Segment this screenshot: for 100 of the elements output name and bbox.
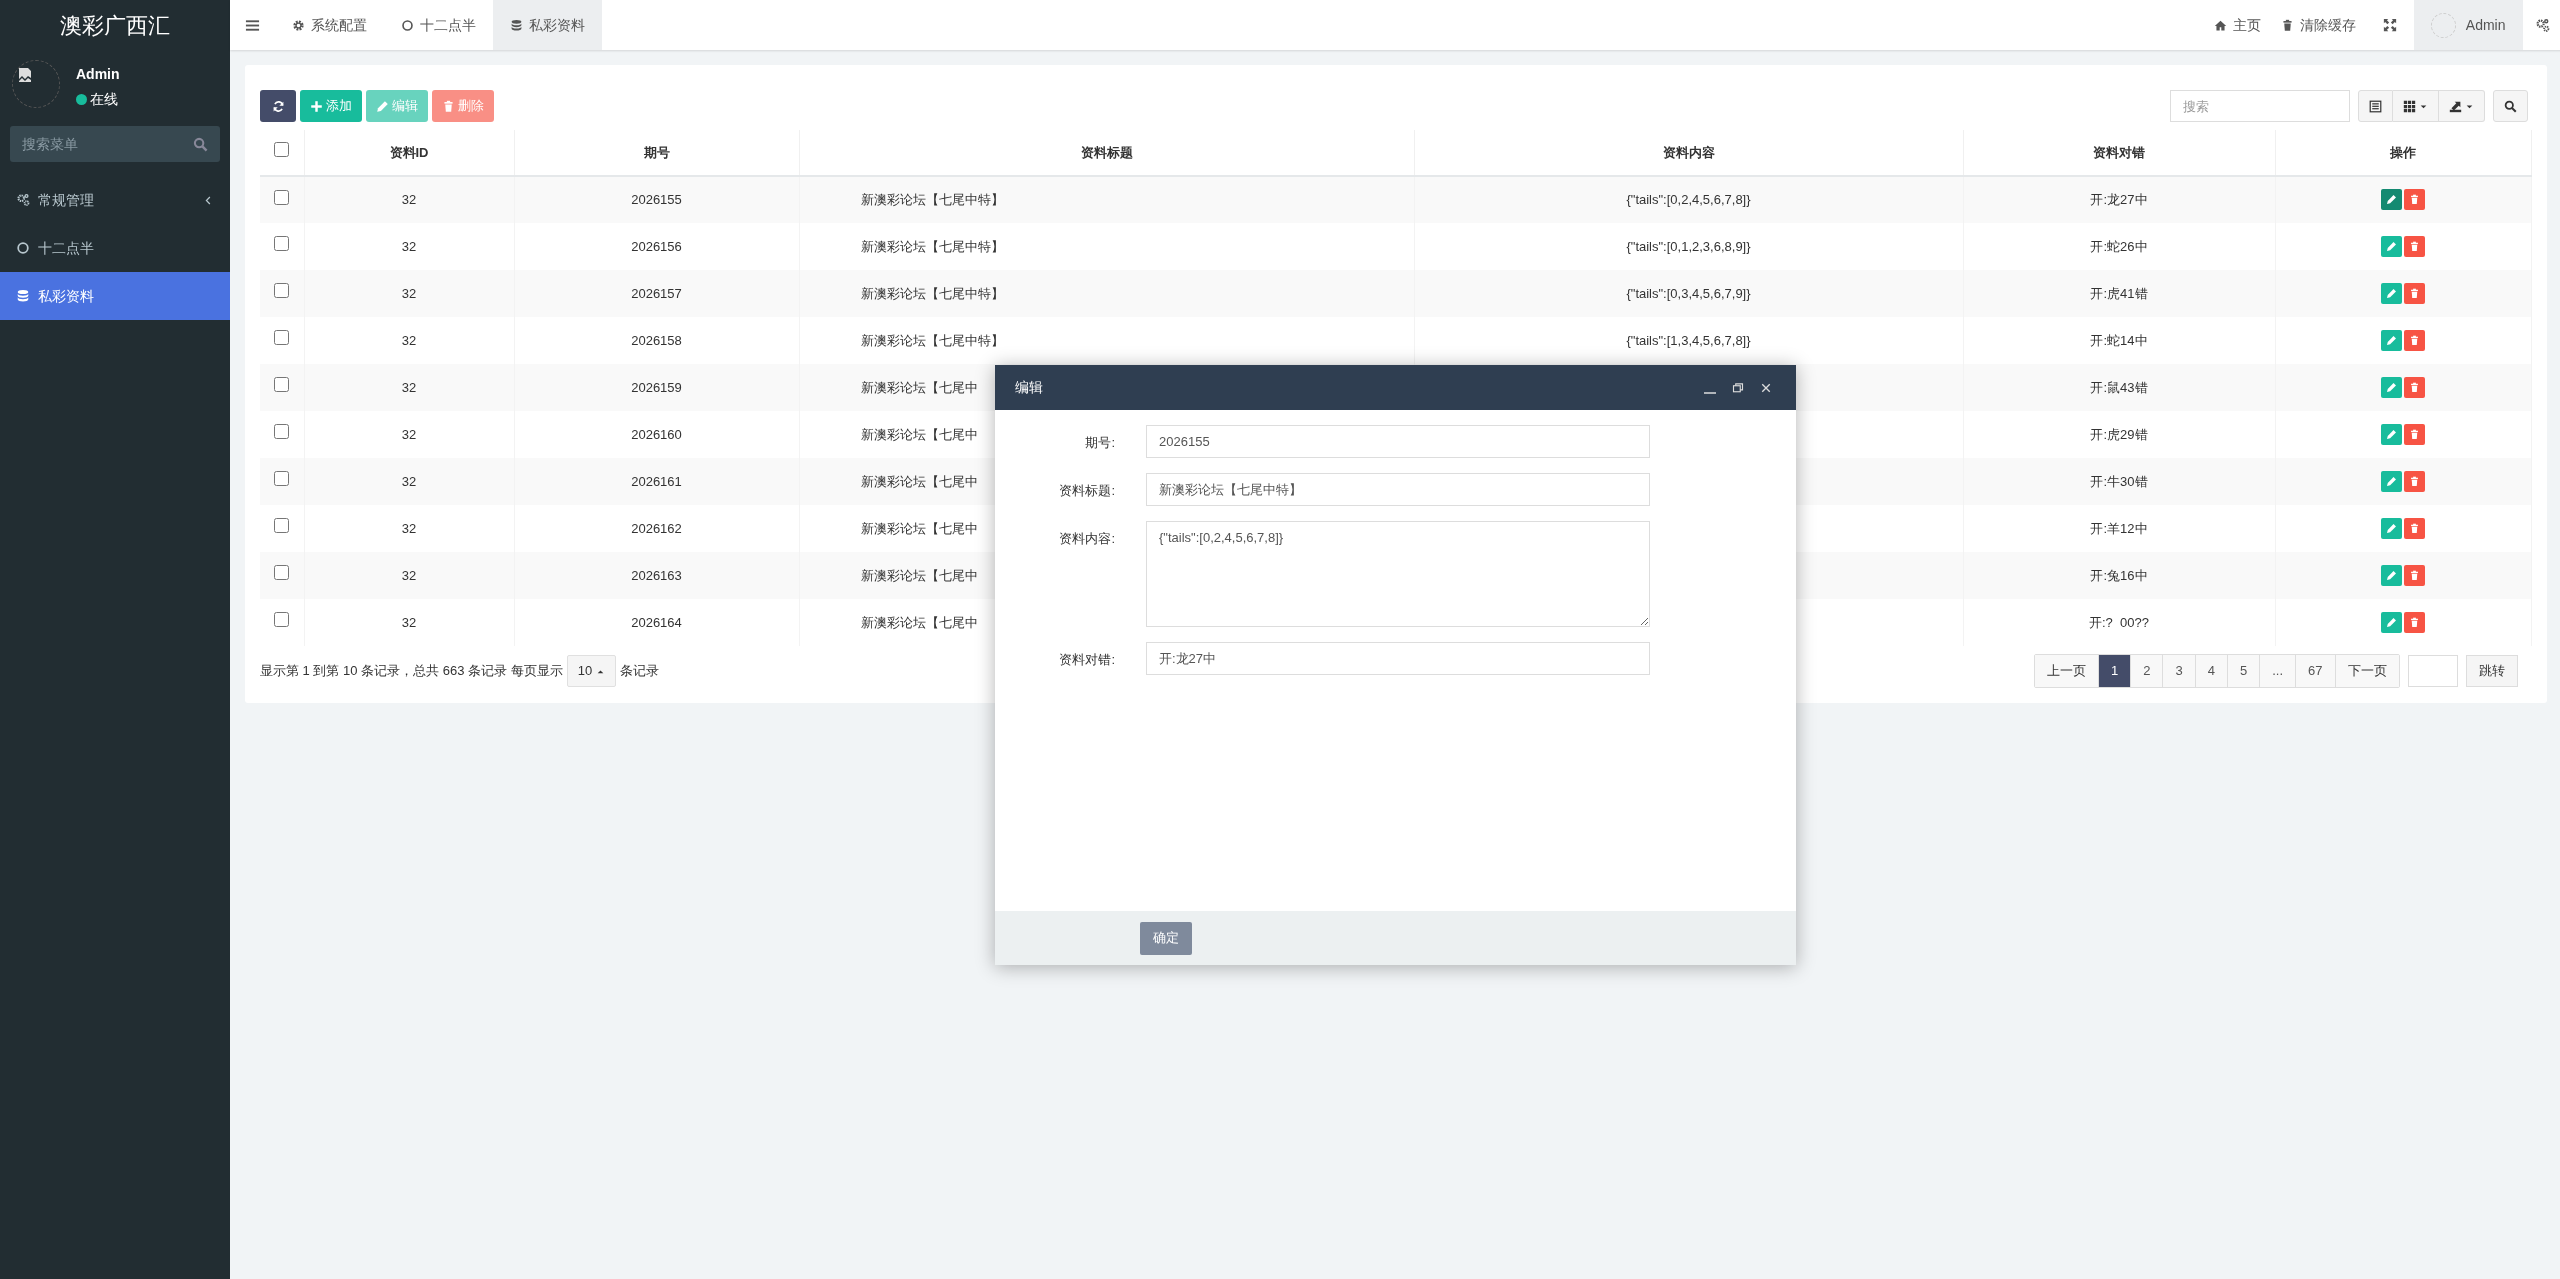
refresh-button[interactable] bbox=[260, 90, 296, 122]
row-delete-button[interactable] bbox=[2404, 235, 2425, 257]
header-link[interactable]: 清除缓存 bbox=[2270, 0, 2366, 50]
page-tab[interactable]: 十二点半 bbox=[384, 0, 493, 50]
sidebar-item[interactable]: 十二点半 bbox=[0, 224, 230, 272]
next-page-link[interactable]: 下一页 bbox=[2335, 655, 2399, 687]
trash-icon bbox=[442, 99, 455, 113]
row-edit-button[interactable] bbox=[2381, 611, 2402, 633]
row-checkbox[interactable] bbox=[274, 424, 290, 440]
trash-icon bbox=[2409, 381, 2420, 393]
page-link[interactable]: 4 bbox=[2195, 655, 2228, 687]
row-delete-button[interactable] bbox=[2404, 470, 2425, 492]
trash-icon bbox=[2409, 616, 2420, 628]
close-icon bbox=[1760, 381, 1772, 394]
search-field[interactable]: 搜索 bbox=[2169, 90, 2350, 122]
page-link[interactable]: 2 bbox=[2131, 655, 2164, 687]
table-cell: 新澳彩论坛【七尾中 bbox=[860, 426, 978, 442]
gear-icon bbox=[292, 18, 305, 32]
table-cell: 新澳彩论坛【七尾中特】 bbox=[860, 285, 1004, 301]
page-link[interactable]: 1 bbox=[2099, 655, 2132, 687]
row-delete-button[interactable] bbox=[2404, 564, 2425, 586]
table-cell: 32 bbox=[401, 192, 417, 208]
row-delete-button[interactable] bbox=[2404, 329, 2425, 351]
page-link[interactable]: ... bbox=[2260, 655, 2297, 687]
page-link[interactable]: 5 bbox=[2227, 655, 2261, 687]
content-field[interactable]: {"tails":[0,2,4,5,6,7,8]} bbox=[1146, 521, 1650, 627]
row-delete-button[interactable] bbox=[2404, 282, 2425, 304]
jump-button[interactable]: 跳转 bbox=[2465, 655, 2518, 687]
table-cell: 开:蛇26中 bbox=[2090, 238, 2148, 254]
input-field[interactable]: 2026155 bbox=[1146, 425, 1650, 458]
table-cell: {"tails":[0,3,4,5,6,7,9]} bbox=[1626, 285, 1751, 301]
page-link[interactable]: 67 bbox=[2296, 655, 2336, 687]
table-cell: 新澳彩论坛【七尾中特】 bbox=[860, 238, 1004, 254]
row-edit-button[interactable] bbox=[2381, 470, 2402, 492]
circle-icon bbox=[16, 241, 30, 255]
plus-icon bbox=[310, 99, 323, 113]
column-header: 期号 bbox=[643, 144, 670, 160]
pencil-icon bbox=[2386, 522, 2397, 534]
database-icon bbox=[510, 18, 523, 32]
table-cell: 2026164 bbox=[631, 614, 682, 630]
input-field[interactable]: 开:龙27中 bbox=[1146, 642, 1650, 675]
row-edit-button[interactable] bbox=[2381, 517, 2402, 539]
row-delete-button[interactable] bbox=[2404, 611, 2425, 633]
circle-icon bbox=[401, 18, 414, 32]
columns-button[interactable] bbox=[2392, 90, 2439, 122]
field-label: 资料对错: bbox=[1059, 652, 1115, 667]
table-cell: 2026156 bbox=[631, 238, 682, 254]
page-tab[interactable]: 私彩资料 bbox=[493, 0, 602, 50]
logo-text: 澳彩广西汇 bbox=[60, 11, 170, 40]
table-cell: 新澳彩论坛【七尾中 bbox=[860, 567, 978, 583]
page-link[interactable]: 3 bbox=[2163, 655, 2196, 687]
row-checkbox[interactable] bbox=[274, 377, 290, 393]
field-label: 期号: bbox=[1085, 435, 1115, 450]
row-edit-button[interactable] bbox=[2381, 423, 2402, 445]
table-cell: 开:虎41错 bbox=[2090, 285, 2148, 301]
search-button[interactable] bbox=[2492, 90, 2528, 122]
trash-icon bbox=[2409, 569, 2420, 581]
row-edit-button[interactable] bbox=[2381, 235, 2402, 257]
row-delete-button[interactable] bbox=[2404, 423, 2425, 445]
row-checkbox[interactable] bbox=[274, 565, 290, 581]
trash-icon bbox=[2280, 18, 2294, 32]
row-checkbox[interactable] bbox=[274, 236, 290, 252]
pencil-icon bbox=[2386, 428, 2397, 440]
row-delete-button[interactable] bbox=[2404, 376, 2425, 398]
sidebar-item[interactable]: 私彩资料 bbox=[0, 272, 230, 320]
trash-icon bbox=[2409, 428, 2420, 440]
page-tab[interactable]: 系统配置 bbox=[275, 0, 384, 50]
card-view-button[interactable] bbox=[2357, 90, 2393, 122]
row-delete-button[interactable] bbox=[2404, 517, 2425, 539]
table-cell: 新澳彩论坛【七尾中 bbox=[860, 379, 978, 395]
table-cell: 32 bbox=[401, 238, 417, 254]
row-checkbox[interactable] bbox=[274, 283, 290, 299]
sidebar-item[interactable]: 常规管理 bbox=[0, 176, 230, 224]
user-menu[interactable]: Admin bbox=[2413, 0, 2523, 50]
row-checkbox[interactable] bbox=[274, 518, 290, 534]
row-checkbox[interactable] bbox=[274, 471, 290, 487]
select-all-checkbox[interactable] bbox=[274, 142, 290, 158]
table-cell: 新澳彩论坛【七尾中 bbox=[860, 473, 978, 489]
row-edit-button[interactable] bbox=[2381, 376, 2402, 398]
row-checkbox[interactable] bbox=[274, 612, 290, 628]
menu-search-field[interactable]: 搜索菜单 bbox=[10, 126, 220, 162]
row-checkbox[interactable] bbox=[274, 189, 290, 205]
export-button[interactable] bbox=[2438, 90, 2485, 122]
table-cell: 新澳彩论坛【七尾中特】 bbox=[860, 192, 1004, 208]
row-edit-button[interactable] bbox=[2381, 282, 2402, 304]
header-link[interactable]: 主页 bbox=[2203, 0, 2271, 50]
row-edit-button[interactable] bbox=[2381, 329, 2402, 351]
page-jump-field[interactable] bbox=[2407, 655, 2458, 687]
prev-page-link[interactable]: 上一页 bbox=[2035, 655, 2099, 687]
page-size-select[interactable]: 10 bbox=[566, 655, 617, 687]
trash-icon bbox=[2409, 475, 2420, 487]
row-delete-button[interactable] bbox=[2404, 189, 2425, 211]
input-field[interactable]: 新澳彩论坛【七尾中特】 bbox=[1146, 473, 1650, 506]
row-edit-button[interactable] bbox=[2381, 189, 2402, 211]
trash-icon bbox=[2409, 522, 2420, 534]
user-name: Admin bbox=[76, 65, 120, 84]
table-cell: 2026155 bbox=[631, 192, 682, 208]
row-checkbox[interactable] bbox=[274, 330, 290, 346]
row-edit-button[interactable] bbox=[2381, 564, 2402, 586]
export-icon bbox=[2448, 99, 2462, 113]
